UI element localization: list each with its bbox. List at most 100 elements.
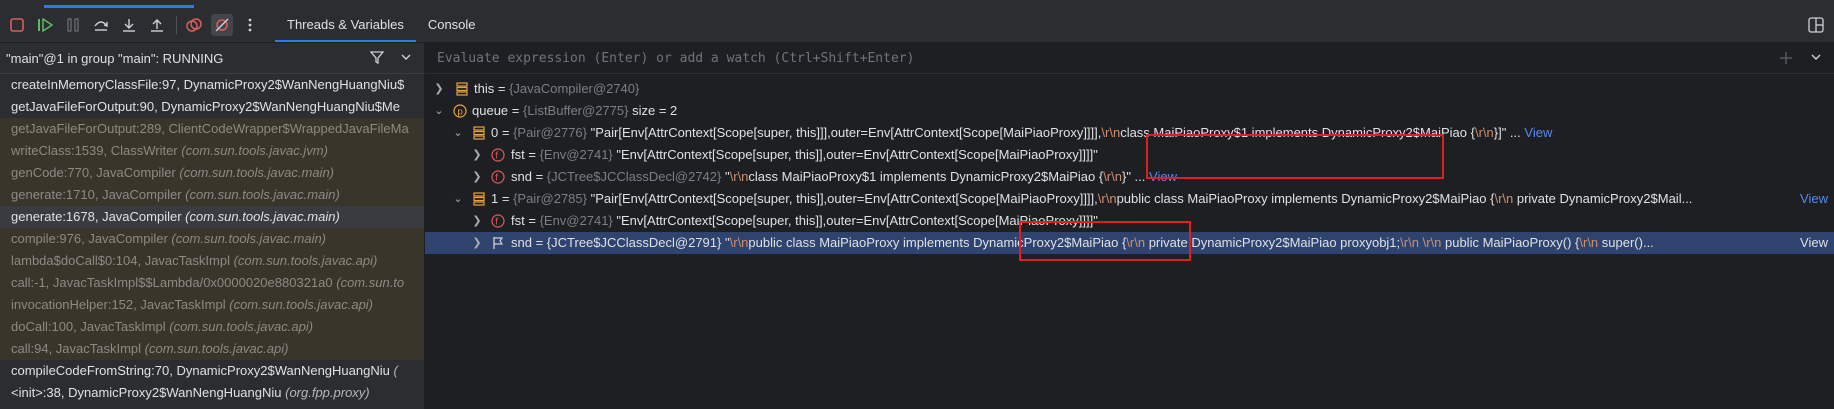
frame-package: (com.sun.tools.javac.api)	[233, 253, 378, 268]
variable-row-item-1[interactable]: ⌄ 1 = {Pair@2785} "Pair[Env[AttrContext[…	[425, 188, 1834, 210]
chevron-down-icon[interactable]: ⌄	[433, 100, 445, 122]
frame-item-selected[interactable]: generate:1678, JavaCompiler (com.sun.too…	[0, 206, 424, 228]
frame-method: writeClass:1539, ClassWriter	[11, 143, 182, 158]
escape-sequence: \r\n	[729, 169, 749, 184]
variable-type: {Pair@2776}	[513, 125, 587, 140]
step-into-icon[interactable]	[118, 14, 140, 36]
frame-item[interactable]: generate:1710, JavaCompiler (com.sun.too…	[0, 184, 424, 206]
variable-name: snd	[511, 235, 532, 250]
variable-type: {JavaCompiler@2740}	[509, 81, 640, 96]
variable-value: }]" ...	[1493, 125, 1521, 140]
frame-item[interactable]: compileCodeFromString:70, DynamicProxy2$…	[0, 360, 424, 382]
variable-value: private DynamicProxy2$Mail...	[1513, 191, 1693, 206]
variable-name: this	[474, 81, 495, 96]
variable-type: {ListBuffer@2775}	[522, 103, 629, 118]
variable-type: {Env@2741}	[539, 213, 613, 228]
frame-item[interactable]: genCode:770, JavaCompiler (com.sun.tools…	[0, 162, 424, 184]
evaluate-input[interactable]: Evaluate expression (Enter) or add a wat…	[425, 51, 914, 66]
variable-value: super()...	[1598, 235, 1654, 250]
chevron-right-icon[interactable]: ❯	[471, 166, 483, 188]
variable-type: {JCTree$JCClassDecl@2742}	[546, 169, 722, 184]
variable-name: 0	[491, 125, 499, 140]
thread-selector[interactable]: "main"@1 in group "main": RUNNING	[0, 43, 424, 74]
layout-icon[interactable]	[1808, 17, 1824, 33]
chevron-down-icon[interactable]	[1810, 52, 1822, 62]
resume-icon[interactable]	[34, 14, 56, 36]
view-link[interactable]: View	[1800, 188, 1828, 210]
mute-breakpoints-icon[interactable]	[211, 14, 233, 36]
field-icon: f	[491, 170, 505, 184]
svg-text:f: f	[495, 152, 499, 162]
variable-row-fst[interactable]: ❯ f fst = {Env@2741} "Env[AttrContext[Sc…	[425, 144, 1834, 166]
frame-method: genCode:770, JavaCompiler	[11, 165, 180, 180]
field-icon	[472, 126, 486, 140]
frame-package: (com.sun.tools.javac.api)	[144, 341, 289, 356]
frame-item[interactable]: writeClass:1539, ClassWriter (com.sun.to…	[0, 140, 424, 162]
variable-value: "Pair[Env[AttrContext[Scope[super, this]…	[590, 191, 1098, 206]
frame-package: (com.sun.tools.javac.main)	[185, 187, 340, 202]
highlight-box	[1019, 221, 1191, 261]
more-icon[interactable]	[239, 14, 261, 36]
view-link[interactable]: View	[1524, 125, 1552, 140]
frame-package: (	[393, 363, 398, 378]
frame-item[interactable]: call:94, JavacTaskImpl (com.sun.tools.ja…	[0, 338, 424, 360]
variable-row-snd[interactable]: ❯ f snd = {JCTree$JCClassDecl@2742} "\r\…	[425, 166, 1834, 188]
toolbar-separator	[176, 16, 177, 34]
frame-package: (com.sun.tools.javac.jvm)	[181, 143, 328, 158]
tab-threads-variables[interactable]: Threads & Variables	[275, 8, 416, 42]
frame-item[interactable]: invocationHelper:152, JavacTaskImpl (com…	[0, 294, 424, 316]
variables-tree: ❯ this = {JavaCompiler@2740} ⌄ p queue =…	[425, 78, 1834, 261]
step-over-icon[interactable]	[90, 14, 112, 36]
variable-name: fst	[511, 213, 525, 228]
frame-package: (com.sun.tools.javac.main)	[185, 209, 340, 224]
chevron-right-icon[interactable]: ❯	[471, 210, 483, 232]
frame-item[interactable]: createInMemoryClassFile:97, DynamicProxy…	[0, 74, 424, 96]
svg-text:f: f	[495, 174, 499, 184]
step-out-icon[interactable]	[146, 14, 168, 36]
escape-sequence: \r\n	[1103, 169, 1122, 184]
variable-name: queue	[472, 103, 509, 118]
variable-row-item-0[interactable]: ⌄ 0 = {Pair@2776} "Pair[Env[AttrContext[…	[425, 122, 1834, 144]
chevron-right-icon[interactable]: ❯	[471, 144, 483, 166]
svg-text:p: p	[457, 108, 463, 118]
frame-package: (com.sun.tools.javac.main)	[179, 165, 335, 180]
thread-label: "main"@1 in group "main": RUNNING	[6, 50, 224, 66]
view-link[interactable]: View	[1800, 232, 1828, 254]
escape-sequence: \r\n	[1494, 191, 1514, 206]
add-watch-icon[interactable]	[1778, 50, 1794, 66]
frame-item[interactable]: compile:976, JavaCompiler (com.sun.tools…	[0, 228, 424, 250]
escape-sequence: \r\n	[729, 235, 749, 250]
field-icon	[455, 82, 469, 96]
field-icon: f	[491, 148, 505, 162]
chevron-down-icon[interactable]	[400, 52, 412, 62]
frame-item[interactable]: doCall:100, JavacTaskImpl (com.sun.tools…	[0, 316, 424, 338]
variables-panel: Evaluate expression (Enter) or add a wat…	[425, 43, 1834, 409]
tab-console[interactable]: Console	[416, 8, 488, 42]
variable-row-this[interactable]: ❯ this = {JavaCompiler@2740}	[425, 78, 1834, 100]
pause-icon[interactable]	[62, 14, 84, 36]
chevron-down-icon[interactable]: ⌄	[452, 188, 464, 210]
frame-package: (com.sun.tools.javac.main)	[171, 231, 327, 246]
frame-item[interactable]: getJavaFileForOutput:90, DynamicProxy2$W…	[0, 96, 424, 118]
variable-size: size = 2	[632, 103, 678, 118]
escape-sequence: \r\n	[1422, 235, 1442, 250]
chevron-right-icon[interactable]: ❯	[471, 232, 483, 254]
frame-method: lambda$doCall$0:104, JavacTaskImpl	[11, 253, 234, 268]
variable-type: {Pair@2785}	[513, 191, 587, 206]
frame-item[interactable]: call:-1, JavacTaskImpl$$Lambda/0x0000020…	[0, 272, 424, 294]
variable-row-queue[interactable]: ⌄ p queue = {ListBuffer@2775} size = 2	[425, 100, 1834, 122]
chevron-down-icon[interactable]: ⌄	[452, 122, 464, 144]
stop-icon[interactable]	[6, 14, 28, 36]
top-strip	[0, 0, 1834, 8]
frame-method: call:94, JavacTaskImpl	[11, 341, 145, 356]
frame-item[interactable]: <init>:38, DynamicProxy2$WanNengHuangNiu…	[0, 382, 424, 404]
frame-item[interactable]: lambda$doCall$0:104, JavacTaskImpl (com.…	[0, 250, 424, 272]
escape-sequence: \r\n	[1097, 191, 1117, 206]
frame-item[interactable]: getJavaFileForOutput:289, ClientCodeWrap…	[0, 118, 424, 140]
chevron-right-icon[interactable]: ❯	[433, 78, 445, 100]
filter-icon[interactable]	[370, 50, 384, 64]
frame-method: compileCodeFromString:70, DynamicProxy2$…	[11, 363, 394, 378]
variable-name: snd	[511, 169, 532, 184]
view-breakpoints-icon[interactable]	[183, 14, 205, 36]
variable-type: {Env@2741}	[539, 147, 613, 162]
